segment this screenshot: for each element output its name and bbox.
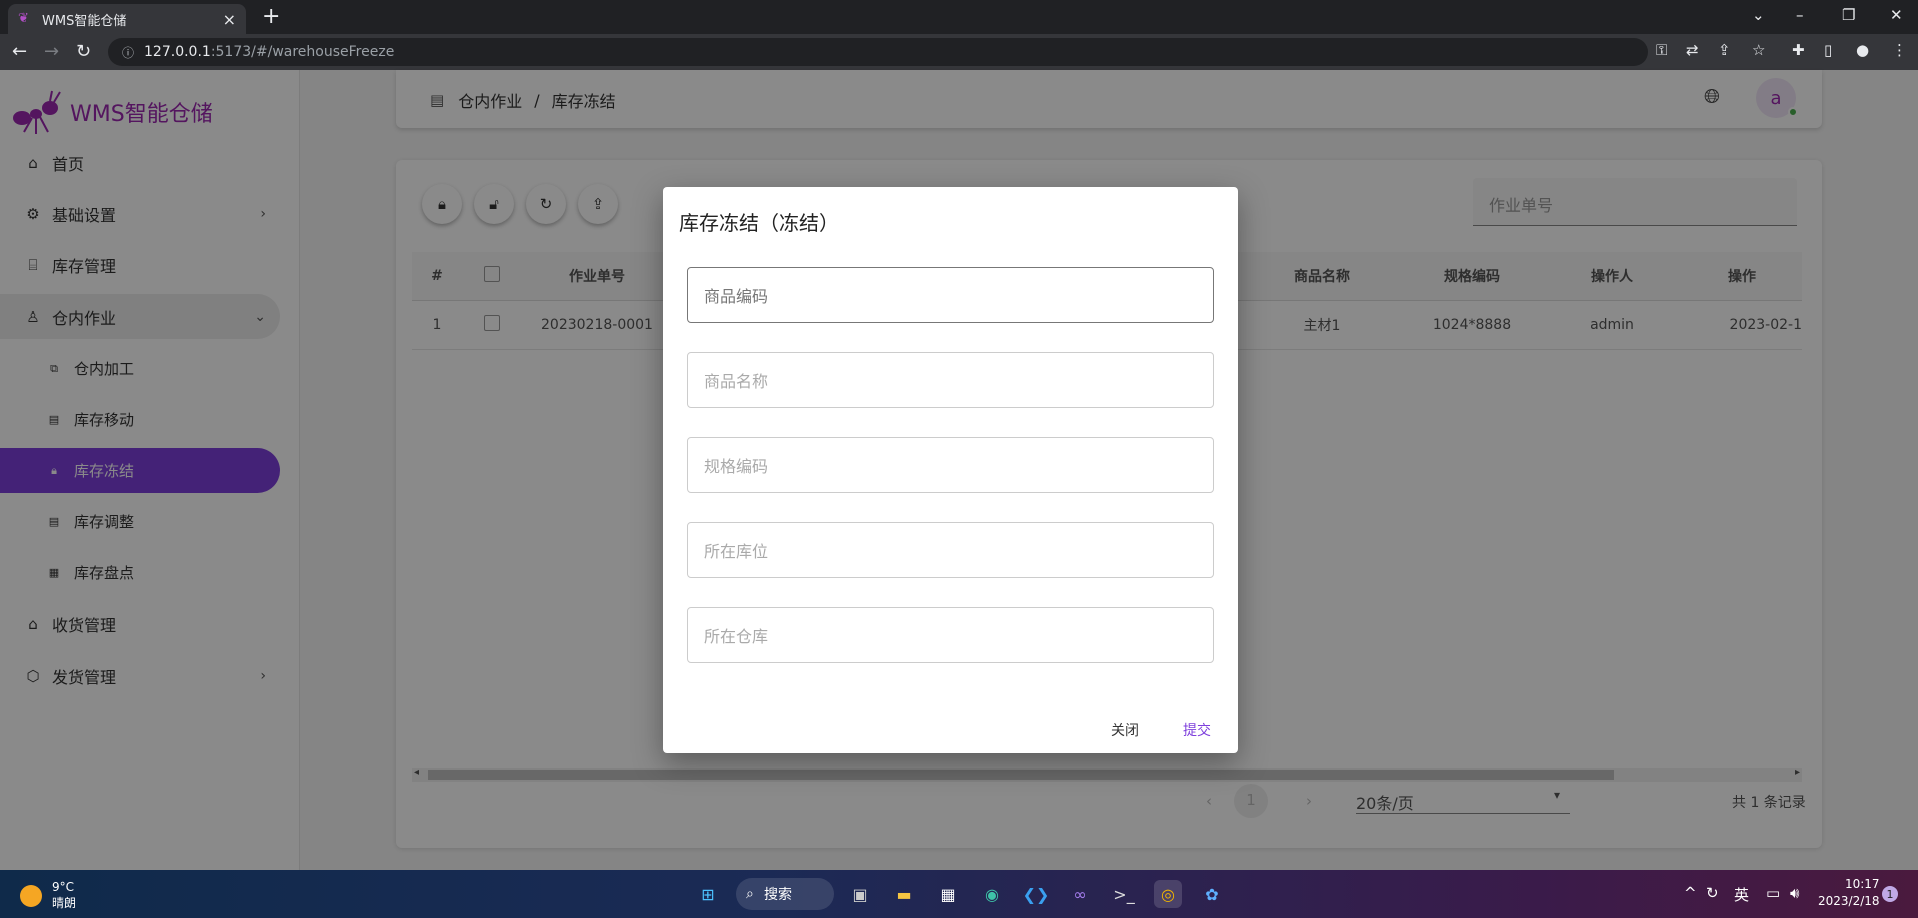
tab-search-icon[interactable]: ⌄ <box>1752 6 1765 24</box>
windows-start-icon[interactable]: ⊞ <box>694 880 722 908</box>
taskbar: 9°C 晴朗 ⊞ ⌕ 搜索 ▣ ▬ ▦ ◉ ❮❯ ∞ >_ ◎ ✿ ^ ↻ 英 … <box>0 870 1918 918</box>
warehouse-field[interactable]: 所在仓库 <box>687 607 1214 663</box>
taskbar-search-button[interactable]: ⌕ 搜索 <box>736 878 834 910</box>
dialog-title: 库存冻结（冻结） <box>679 211 839 235</box>
weather-desc: 晴朗 <box>52 896 77 910</box>
search-icon: ⌕ <box>746 886 754 902</box>
new-tab-button[interactable]: + <box>262 4 280 29</box>
visual-studio-icon[interactable]: ∞ <box>1066 880 1094 908</box>
submit-button[interactable]: 提交 <box>1183 720 1211 740</box>
ime-indicator[interactable]: 英 <box>1734 884 1749 905</box>
tab-close-icon[interactable]: × <box>223 10 236 29</box>
vscode-icon[interactable]: ❮❯ <box>1022 880 1050 908</box>
sync-icon[interactable]: ↻ <box>1706 884 1719 902</box>
close-window-icon[interactable]: ✕ <box>1890 6 1903 24</box>
store-icon[interactable]: ▦ <box>934 880 962 908</box>
url-input[interactable]: ⓘ 127.0.0.1 :5173/#/warehouseFreeze <box>108 38 1648 66</box>
spec-code-field[interactable]: 规格编码 <box>687 437 1214 493</box>
taskbar-search-label: 搜索 <box>764 887 792 903</box>
weather-widget[interactable]: 9°C 晴朗 <box>20 880 76 911</box>
key-icon[interactable]: ⚿ <box>1656 41 1667 59</box>
chrome-icon[interactable]: ◎ <box>1154 880 1182 908</box>
back-icon[interactable]: ← <box>12 41 27 62</box>
app-icon[interactable]: ✿ <box>1198 880 1226 908</box>
profile-icon[interactable]: ● <box>1856 41 1869 59</box>
volume-icon[interactable]: 🔊︎ <box>1790 884 1799 902</box>
file-explorer-icon[interactable]: ▬ <box>890 880 918 908</box>
edge-icon[interactable]: ◉ <box>978 880 1006 908</box>
product-code-field[interactable]: 商品编码 <box>687 267 1214 323</box>
extensions-icon[interactable]: ✚ <box>1792 41 1805 59</box>
forward-icon[interactable]: → <box>44 41 59 62</box>
tray-chevron-icon[interactable]: ^ <box>1684 884 1697 902</box>
terminal-icon[interactable]: >_ <box>1110 880 1138 908</box>
minimize-icon[interactable]: – <box>1796 6 1804 24</box>
clock-date: 2023/2/18 <box>1818 894 1880 908</box>
restore-icon[interactable]: ❐ <box>1842 6 1855 24</box>
translate-icon[interactable]: ⇄ <box>1686 41 1699 59</box>
url-path: :5173/#/warehouseFreeze <box>210 44 395 60</box>
ant-logo-icon: ❦ <box>18 11 29 26</box>
weather-temp: 9°C <box>52 880 75 894</box>
clock[interactable]: 10:17 2023/2/18 <box>1818 876 1880 910</box>
address-bar: ← → ↻ ⓘ 127.0.0.1 :5173/#/warehouseFreez… <box>0 34 1918 70</box>
sun-icon <box>20 884 42 907</box>
product-name-field[interactable]: 商品名称 <box>687 352 1214 408</box>
notification-badge[interactable]: 1 <box>1882 886 1898 902</box>
location-field[interactable]: 所在库位 <box>687 522 1214 578</box>
info-icon[interactable]: ⓘ <box>122 44 134 61</box>
reload-icon[interactable]: ↻ <box>76 41 91 62</box>
browser-tab[interactable]: ❦ WMS智能仓储 × <box>8 4 246 34</box>
clock-time: 10:17 <box>1844 877 1880 891</box>
menu-icon[interactable]: ⋮ <box>1892 41 1907 59</box>
close-button[interactable]: 关闭 <box>1111 720 1139 740</box>
bookmark-star-icon[interactable]: ☆ <box>1752 41 1765 59</box>
side-panel-icon[interactable]: ▯ <box>1824 41 1832 59</box>
tab-title: WMS智能仓储 <box>42 13 127 29</box>
url-host: 127.0.0.1 <box>144 44 211 60</box>
freeze-dialog: 库存冻结（冻结） 商品编码 商品名称 规格编码 所在库位 所在仓库 关闭 提交 <box>663 187 1238 753</box>
share-icon[interactable]: ⇪ <box>1718 41 1731 59</box>
browser-tab-bar: ❦ WMS智能仓储 × + ⌄ – ❐ ✕ <box>0 0 1918 34</box>
network-icon[interactable]: ▭ <box>1766 884 1780 902</box>
task-view-icon[interactable]: ▣ <box>846 880 874 908</box>
